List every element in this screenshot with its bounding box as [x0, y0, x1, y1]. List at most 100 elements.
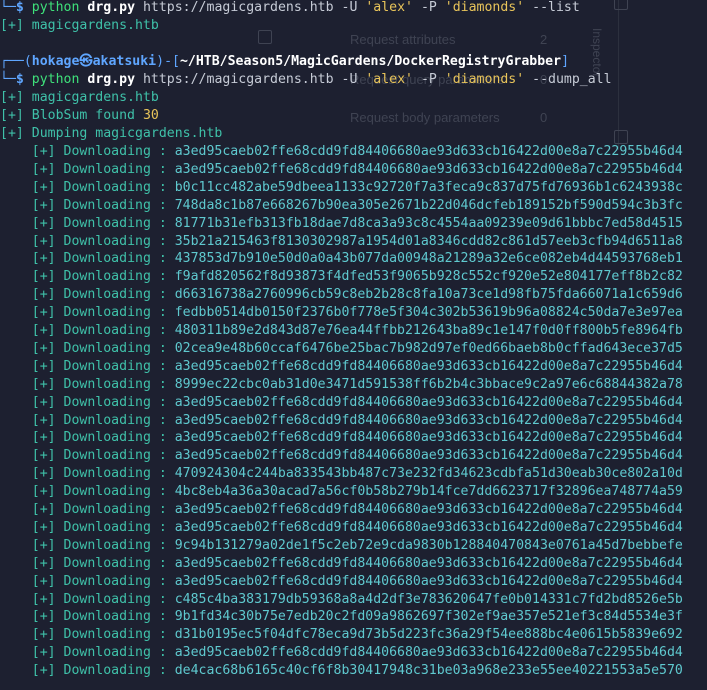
success-marker: [+]	[31, 573, 56, 589]
blob-hash: 35b21a215463f8130302987a1954d01a8346cdd8…	[174, 233, 683, 249]
prompt-host: akatsuki	[92, 54, 157, 69]
download-label: Downloading :	[63, 412, 167, 428]
cmd-url: https://magicgardens.htb	[142, 72, 334, 87]
blob-hash: 02cea9e48b60ccaf6476be25bac7b982d97ef0ed…	[174, 340, 683, 356]
cmd-flag-password: -P	[420, 72, 437, 87]
success-marker: [+]	[0, 126, 24, 141]
success-marker: [+]	[0, 18, 24, 33]
download-label: Downloading :	[63, 287, 167, 303]
download-line: [+] Downloading : a3ed95caeb02ffe68cdd9f…	[0, 358, 683, 376]
success-marker: [+]	[31, 287, 56, 303]
blob-hash: 437853d7b910e50d0a0a43b077da00948a21289a…	[174, 251, 683, 267]
success-marker: [+]	[31, 555, 56, 571]
success-marker: [+]	[31, 305, 56, 321]
download-label: Downloading :	[63, 627, 167, 643]
download-label: Downloading :	[63, 663, 167, 679]
success-marker: [+]	[31, 663, 56, 679]
download-label: Downloading :	[63, 430, 167, 446]
blob-hash: 748da8c1b87e668267b90ea305e2671b22d046dc…	[174, 197, 683, 213]
success-marker: [+]	[0, 108, 24, 123]
download-label: Downloading :	[63, 215, 167, 231]
download-label: Downloading :	[63, 179, 167, 195]
success-marker: [+]	[31, 215, 56, 231]
download-label: Downloading :	[63, 323, 167, 338]
blob-hash: 4bc8eb4a36a30acad7a56cf0b58b279b14fce7dd…	[174, 484, 683, 500]
success-marker: [+]	[31, 251, 56, 267]
download-line: [+] Downloading : a3ed95caeb02ffe68cdd9f…	[0, 412, 683, 430]
prompt-corner: └─	[0, 72, 16, 87]
blob-hash: a3ed95caeb02ffe68cdd9fd84406680ae93d633c…	[174, 645, 683, 661]
cmd-action: --list	[532, 0, 580, 15]
success-marker: [+]	[31, 412, 56, 428]
blob-hash: a3ed95caeb02ffe68cdd9fd84406680ae93d633c…	[174, 430, 683, 446]
success-marker: [+]	[31, 591, 56, 607]
download-line: [+] Downloading : a3ed95caeb02ffe68cdd9f…	[0, 447, 683, 465]
command-line-dump: └─$ python drg.py https://magicgardens.h…	[0, 71, 612, 89]
output-host: magicgardens.htb	[31, 90, 159, 105]
blob-hash: a3ed95caeb02ffe68cdd9fd84406680ae93d633c…	[174, 161, 683, 177]
command-line-list: └─$ python drg.py https://magicgardens.h…	[0, 0, 580, 17]
download-line: [+] Downloading : 02cea9e48b60ccaf6476be…	[0, 340, 683, 358]
success-marker: [+]	[31, 144, 56, 159]
download-label: Downloading :	[63, 394, 167, 410]
download-line: [+] Downloading : f9afd820562f8d93873f4d…	[0, 268, 683, 286]
download-label: Downloading :	[63, 555, 167, 571]
success-marker: [+]	[31, 197, 56, 213]
download-label: Downloading :	[63, 251, 167, 267]
download-line: [+] Downloading : d31b0195ec5f04dfc78eca…	[0, 626, 683, 644]
download-label: Downloading :	[63, 448, 167, 464]
success-marker: [+]	[0, 90, 24, 105]
blob-hash: a3ed95caeb02ffe68cdd9fd84406680ae93d633c…	[174, 144, 683, 159]
blob-hash: a3ed95caeb02ffe68cdd9fd84406680ae93d633c…	[174, 555, 683, 571]
blob-hash: 480311b89e2d843d87e76ea44ffbb212643ba89c…	[174, 323, 683, 338]
success-marker: [+]	[31, 376, 56, 392]
prompt-path-close: ]	[561, 54, 570, 69]
success-marker: [+]	[31, 645, 56, 661]
success-marker: [+]	[31, 269, 56, 285]
prompt-user: hokage	[31, 54, 80, 69]
download-line: [+] Downloading : 35b21a215463f813030298…	[0, 233, 683, 251]
cmd-script: drg.py	[87, 72, 136, 87]
download-line: [+] Downloading : 9b1fd34c30b75e7edb20c2…	[0, 608, 683, 626]
success-marker: [+]	[31, 323, 56, 338]
success-marker: [+]	[31, 519, 56, 535]
cmd-flag-user: -U	[341, 72, 358, 87]
prompt-path: ~/HTB/Season5/MagicGardens/DockerRegistr…	[179, 54, 562, 69]
download-label: Downloading :	[63, 591, 167, 607]
blob-hash: de4cac68b6165c40cf6f8b30417948c31be03a96…	[174, 663, 683, 679]
success-marker: [+]	[31, 358, 56, 374]
blob-hash: a3ed95caeb02ffe68cdd9fd84406680ae93d633c…	[174, 412, 683, 428]
success-marker: [+]	[31, 537, 56, 553]
download-label: Downloading :	[63, 519, 167, 535]
dumping-status: Dumping magicgardens.htb	[31, 126, 223, 141]
prompt-dollar: $	[15, 0, 24, 15]
blob-hash: 8999ec22cbc0ab31d0e3471d591538ff6b2b4c3b…	[174, 376, 683, 392]
output-host: magicgardens.htb	[31, 18, 159, 33]
download-label: Downloading :	[63, 609, 167, 625]
download-line: [+] Downloading : a3ed95caeb02ffe68cdd9f…	[0, 501, 683, 519]
cmd-password: 'diamonds'	[444, 72, 525, 87]
success-marker: [+]	[31, 502, 56, 517]
success-marker: [+]	[31, 466, 56, 482]
download-line: [+] Downloading : de4cac68b6165c40cf6f8b…	[0, 662, 683, 680]
download-label: Downloading :	[63, 502, 167, 517]
blob-hash: a3ed95caeb02ffe68cdd9fd84406680ae93d633c…	[174, 502, 683, 517]
download-label: Downloading :	[63, 645, 167, 661]
download-line: [+] Downloading : a3ed95caeb02ffe68cdd9f…	[0, 143, 683, 161]
success-marker: [+]	[31, 340, 56, 356]
cmd-url: https://magicgardens.htb	[142, 0, 334, 15]
download-line: [+] Downloading : fedbb0514db0150f2376b0…	[0, 304, 683, 322]
prompt-path-open: )-[	[156, 54, 180, 69]
blob-hash: fedbb0514db0150f2376b0f778e5f304c302b536…	[174, 305, 683, 321]
download-line: [+] Downloading : c485c4ba383179db59368a…	[0, 591, 683, 609]
success-marker: [+]	[31, 448, 56, 464]
prompt-corner: └─	[0, 0, 16, 15]
prompt-box-open: ┌──(	[0, 54, 32, 69]
blob-hash: b0c11cc482abe59dbeea1133c92720f7a3feca9c…	[174, 179, 683, 195]
download-line: [+] Downloading : a3ed95caeb02ffe68cdd9f…	[0, 573, 683, 591]
download-label: Downloading :	[63, 340, 167, 356]
download-line: [+] Downloading : a3ed95caeb02ffe68cdd9f…	[0, 644, 683, 662]
download-label: Downloading :	[63, 161, 167, 177]
download-label: Downloading :	[63, 376, 167, 392]
download-label: Downloading :	[63, 269, 167, 285]
